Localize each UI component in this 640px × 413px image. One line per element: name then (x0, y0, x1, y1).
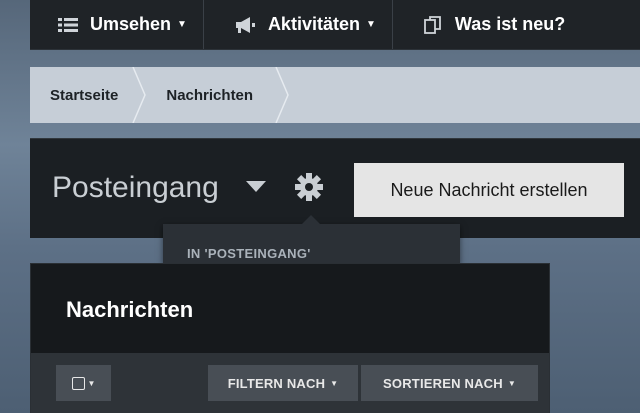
breadcrumb-label: Startseite (50, 86, 119, 104)
chevron-down-icon: ▼ (87, 378, 96, 388)
page-title: Posteingang (52, 171, 219, 204)
nav-item-label: Umsehen (90, 14, 172, 34)
chevron-down-icon: ▼ (330, 378, 339, 388)
panel-title: Nachrichten (66, 297, 194, 322)
filter-button[interactable]: FILTERN NACH ▼ (208, 365, 359, 401)
nav-item-label: Aktivitäten (267, 14, 360, 34)
sort-button[interactable]: SORTIEREN NACH ▼ (361, 365, 538, 401)
nav-item-was-ist-neu[interactable]: Was ist neu? (393, 0, 581, 49)
list-icon (58, 17, 78, 33)
nav-item-label: Was ist neu? (454, 14, 566, 34)
megaphone-icon (234, 16, 256, 34)
chevron-down-icon: ▼ (365, 19, 376, 30)
copy-icon (423, 15, 443, 35)
checkbox-icon (71, 376, 85, 390)
sort-label: SORTIEREN NACH (383, 375, 503, 391)
messages-panel: Nachrichten ▼ FILTERN NACH ▼ SORTIEREN N… (30, 263, 550, 413)
breadcrumb: Startseite Nachrichten (30, 67, 640, 123)
chevron-down-icon[interactable] (246, 181, 266, 193)
nav-item-umsehen[interactable]: Umsehen ▼ (30, 0, 204, 49)
gear-icon[interactable] (294, 172, 324, 202)
dropdown-section-label: IN 'POSTEINGANG' (187, 246, 311, 261)
breadcrumb-separator-icon (275, 67, 289, 123)
folder-settings-dropdown: IN 'POSTEINGANG' (163, 215, 460, 264)
nav-item-aktivitaeten[interactable]: Aktivitäten ▼ (204, 0, 393, 49)
filter-label: FILTERN NACH (227, 375, 326, 391)
breadcrumb-item-nachrichten[interactable]: Nachrichten (140, 67, 289, 123)
dropdown-arrow (301, 215, 321, 225)
select-all-checkbox-button[interactable]: ▼ (56, 365, 111, 401)
breadcrumb-label: Nachrichten (166, 86, 254, 104)
new-message-button[interactable]: Neue Nachricht erstellen (354, 163, 624, 217)
breadcrumb-item-startseite[interactable]: Startseite (30, 67, 147, 123)
inbox-header: Posteingang Neue Nachricht erstellen (30, 138, 640, 238)
chevron-down-icon: ▼ (507, 378, 516, 388)
chevron-down-icon: ▼ (177, 19, 187, 30)
top-navigation: Umsehen ▼ Aktivitäten ▼ Was ist neu? (30, 0, 640, 50)
messages-toolbar: ▼ FILTERN NACH ▼ SORTIEREN NACH ▼ (31, 353, 549, 413)
